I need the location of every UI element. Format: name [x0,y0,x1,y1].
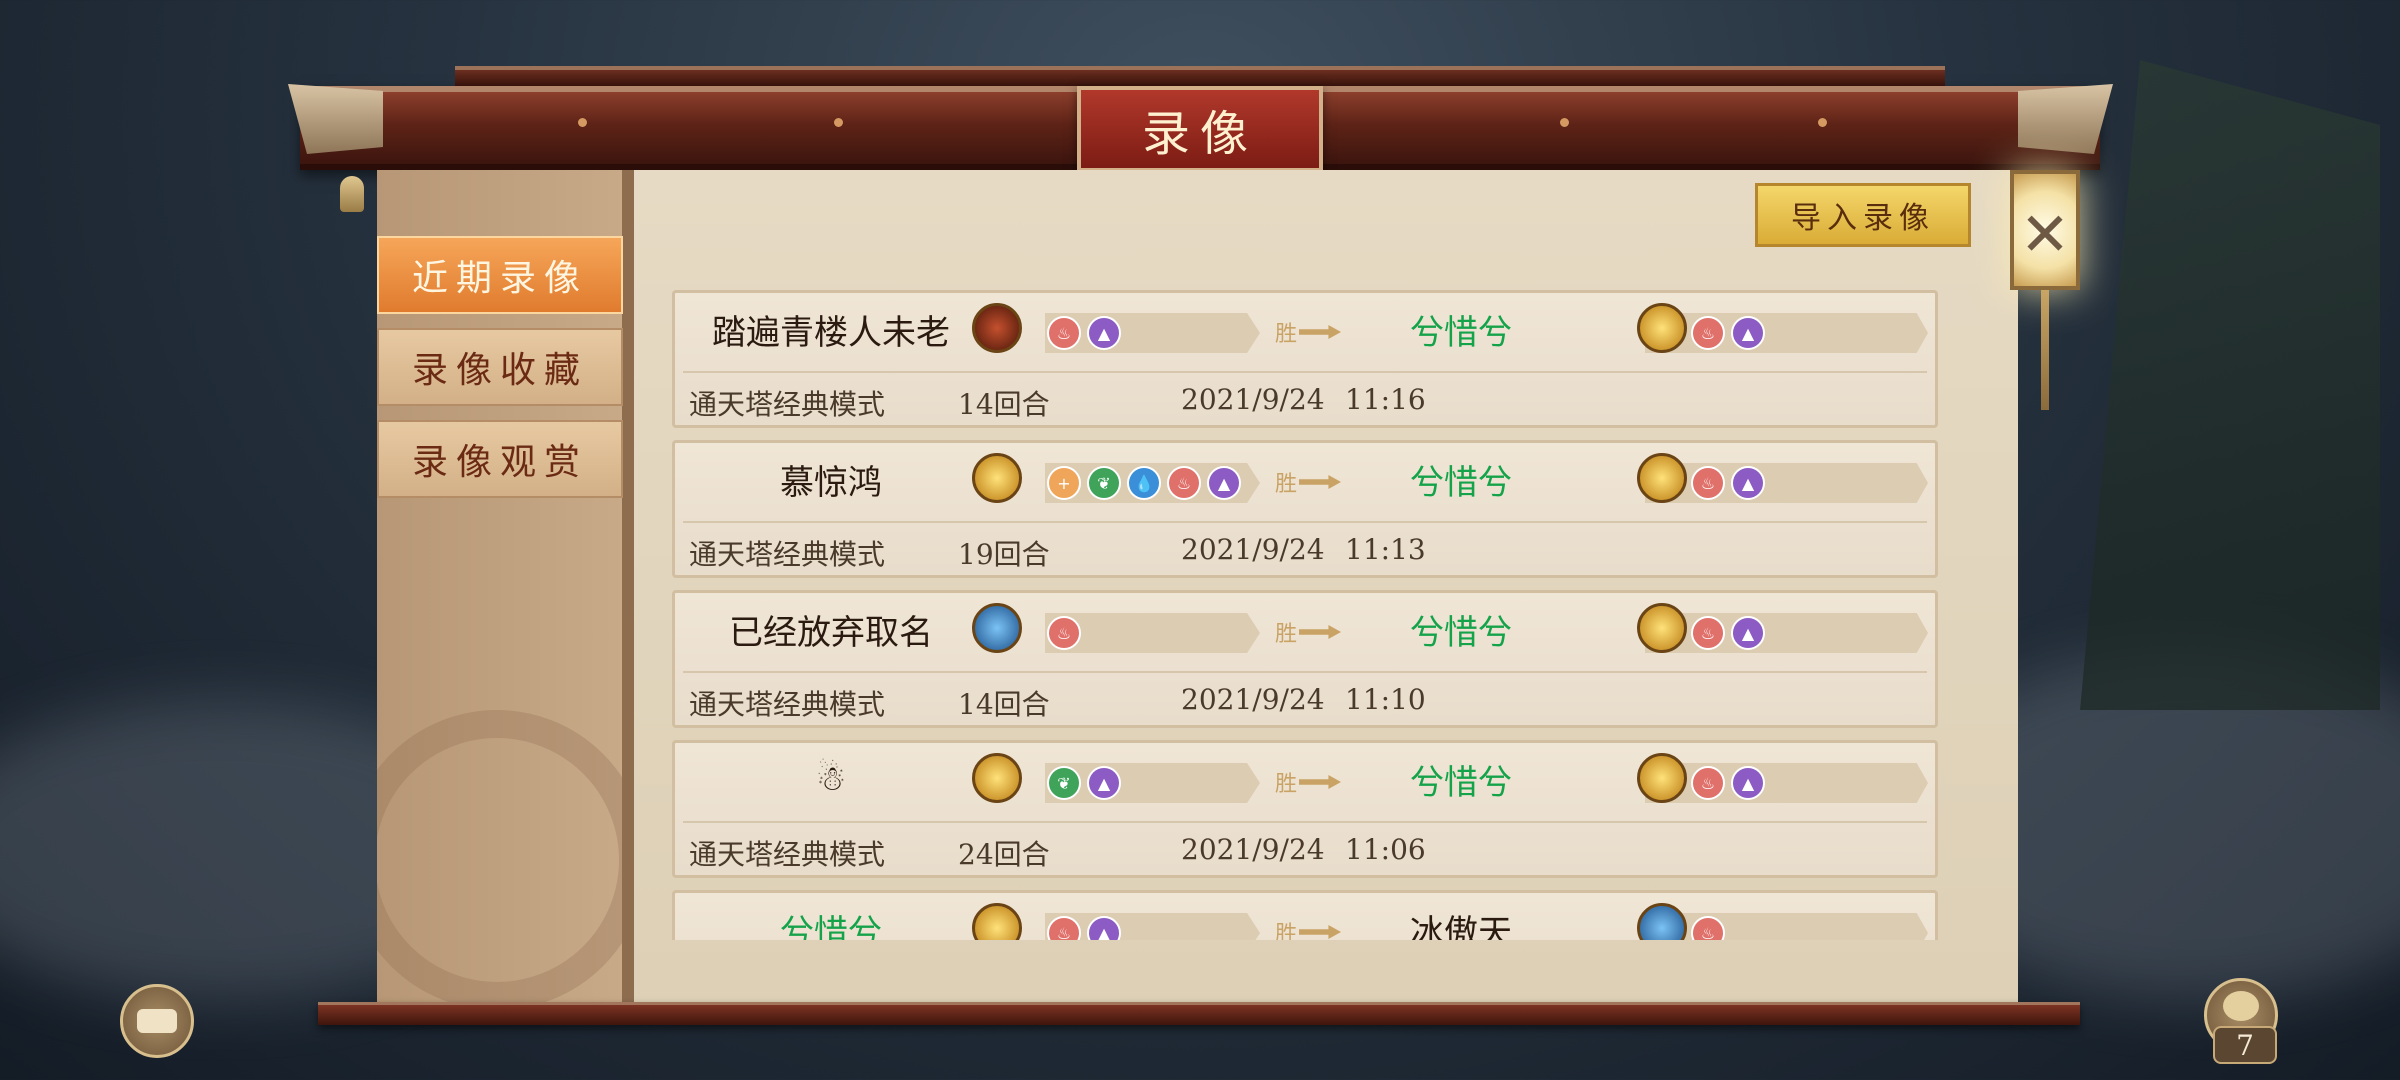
list-item[interactable]: 兮惜兮 ♨ ▲ 胜冰傲天 ♨ [672,890,1938,940]
beam-stud [1818,118,1827,127]
record-date: 2021/9/24 [1181,533,1325,566]
dark-red-hero-icon [972,303,1022,353]
row-divider [683,371,1927,373]
row-divider [683,821,1927,823]
record-date: 2021/9/24 [1181,383,1325,416]
bag-icon [2223,991,2259,1021]
beam-stud [834,118,843,127]
win-label: 胜 [1275,472,1298,497]
lightning-element-icon: ▲ [1207,466,1241,500]
win-label: 胜 [1275,772,1298,797]
mountain-cliff [2080,60,2380,710]
win-indicator: 胜 [1275,615,1342,649]
bag-count: 7 [2213,1026,2277,1064]
seal-decoration [377,710,627,1004]
page-title: 录像 [1077,86,1323,172]
list-item[interactable]: 踏遍青楼人未老 ♨ ▲ 胜兮惜兮 ♨ ▲ 通天塔经典模式 14回合 2021/9/24 11:16 [672,290,1938,428]
beam-stud [1560,118,1569,127]
arrow-icon [1299,925,1342,939]
tab-recent-recordings[interactable]: 近期录像 [377,236,623,314]
gold-hero-icon [1637,603,1687,653]
gold-hero-icon [972,453,1022,503]
scroll-top-rail [455,66,1945,86]
import-recording-button[interactable]: 导入录像 [1755,183,1971,247]
tab-recording-favorites[interactable]: 录像收藏 [377,328,623,406]
round-count: 14回合 [958,388,1050,421]
record-time: 11:13 [1345,533,1426,566]
round-count: 19回合 [958,538,1050,571]
beam-stud [578,118,587,127]
wood-element-icon: ❦ [1087,466,1121,500]
player1-name: 已经放弃取名 [729,612,933,653]
lightning-element-icon: ▲ [1731,466,1765,500]
game-mode: 通天塔经典模式 [689,688,886,721]
gold-element-icon: + [1047,466,1081,500]
scroll-bottom-beam [318,1002,2080,1025]
win-indicator: 胜 [1275,315,1342,349]
record-date: 2021/9/24 [1181,833,1325,866]
row-divider [683,521,1927,523]
water-element-icon: 💧 [1127,466,1161,500]
game-mode: 通天塔经典模式 [689,388,886,421]
blue-hero-icon [972,603,1022,653]
arrow-icon [1299,475,1342,489]
fire-element-icon: ♨ [1047,616,1081,650]
arrow-icon [1299,325,1342,339]
player1-name: 慕惊鸿 [780,462,882,503]
lantern-tassel [2041,290,2049,410]
list-item[interactable]: 已经放弃取名 ♨ 胜兮惜兮 ♨ ▲ 通天塔经典模式 14回合 2021/9/24 11:10 [672,590,1938,728]
record-time: 11:10 [1345,683,1426,716]
win-indicator: 胜 [1275,765,1342,799]
gold-hero-icon [1637,303,1687,353]
list-item[interactable]: 慕惊鸿 + ❦ 💧 ♨ ▲ 胜兮惜兮 ♨ ▲ 通天塔经典模式 19回合 2021/9/24 11:13 [672,440,1938,578]
record-date: 2021/9/24 [1181,683,1325,716]
win-label: 胜 [1275,622,1298,647]
win-indicator: 胜 [1275,915,1342,940]
bell-icon [340,176,364,212]
gold-hero-icon [972,753,1022,803]
chat-button[interactable] [120,984,194,1058]
lightning-element-icon: ▲ [1087,316,1121,350]
fire-element-icon: ♨ [1691,766,1725,800]
game-mode: 通天塔经典模式 [689,538,886,571]
record-time: 11:06 [1345,833,1426,866]
win-indicator: 胜 [1275,465,1342,499]
win-label: 胜 [1275,922,1298,940]
chat-icon [137,1009,177,1033]
recording-list[interactable]: 踏遍青楼人未老 ♨ ▲ 胜兮惜兮 ♨ ▲ 通天塔经典模式 14回合 2021/9/24 11:16… [672,290,1938,940]
lightning-element-icon: ▲ [1731,316,1765,350]
fire-element-icon: ♨ [1167,466,1201,500]
fire-element-icon: ♨ [1691,316,1725,350]
fire-element-icon: ♨ [1691,466,1725,500]
player1-name: 踏遍青楼人未老 [712,312,950,353]
round-count: 24回合 [958,838,1050,871]
lightning-element-icon: ▲ [1731,616,1765,650]
close-icon[interactable]: ✕ [2000,200,2090,270]
gold-hero-icon [1637,753,1687,803]
wood-element-icon: ❦ [1047,766,1081,800]
gold-hero-icon [1637,453,1687,503]
fire-element-icon: ♨ [1691,616,1725,650]
close-lantern[interactable]: ✕ [2000,150,2090,430]
win-label: 胜 [1275,322,1298,347]
row-divider [683,671,1927,673]
tab-recording-showcase[interactable]: 录像观赏 [377,420,623,498]
player1-name: ☃ [815,759,847,799]
gold-hero-icon [972,903,1022,940]
record-time: 11:16 [1345,383,1426,416]
arrow-icon [1299,625,1342,639]
lightning-element-icon: ▲ [1087,766,1121,800]
list-item[interactable]: ☃ ❦ ▲ 胜兮惜兮 ♨ ▲ 通天塔经典模式 24回合 2021/9/24 11:06 [672,740,1938,878]
player1-name: 兮惜兮 [780,912,882,941]
round-count: 14回合 [958,688,1050,721]
fire-element-icon: ♨ [1047,316,1081,350]
arrow-icon [1299,775,1342,789]
panel-divider [622,170,634,1004]
lightning-element-icon: ▲ [1731,766,1765,800]
game-mode: 通天塔经典模式 [689,838,886,871]
